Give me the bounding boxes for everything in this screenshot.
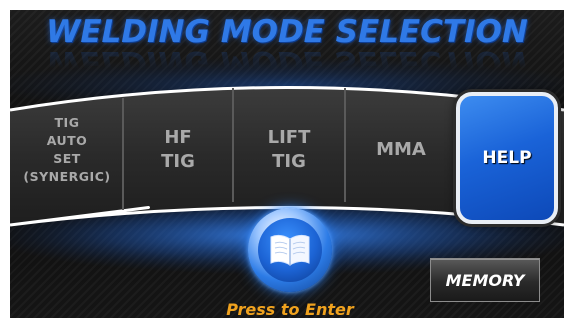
welding-mode-screen: WELDING MODE SELECTION WELDING MODE SELE… [10, 10, 564, 318]
mode-label-line: AUTO [46, 133, 88, 148]
mode-label-line: TIG [272, 151, 306, 172]
help-button-label: HELP [482, 148, 532, 168]
mode-label-lift-tig: LIFT TIG [268, 126, 311, 174]
memory-button[interactable]: MEMORY [430, 258, 540, 302]
help-button[interactable]: HELP [456, 92, 558, 224]
mode-label-line: (SYNERGIC) [23, 169, 111, 184]
mode-button-lift-tig[interactable]: LIFT TIG [234, 90, 344, 210]
mode-label-line: SET [53, 151, 81, 166]
mode-label-line: LIFT [267, 127, 311, 148]
mode-label-line: MMA [376, 139, 426, 160]
mode-label-tig-auto-set: TIG AUTO SET (SYNERGIC) [23, 114, 110, 186]
mode-button-hf-tig[interactable]: HF TIG [124, 90, 232, 210]
book-icon [270, 234, 310, 266]
mode-button-tig-auto-set[interactable]: TIG AUTO SET (SYNERGIC) [12, 90, 122, 210]
mode-label-line: TIG [54, 115, 80, 130]
manual-button[interactable] [248, 208, 332, 292]
mode-label-mma: MMA [376, 138, 426, 162]
manual-button-face [258, 218, 322, 282]
mode-label-line: TIG [161, 151, 195, 172]
mode-label-line: HF [164, 127, 192, 148]
mode-label-hf-tig: HF TIG [161, 126, 195, 174]
press-to-enter-label: Press to Enter [226, 300, 354, 318]
memory-button-label: MEMORY [445, 270, 525, 290]
mode-button-mma[interactable]: MMA [346, 90, 456, 210]
